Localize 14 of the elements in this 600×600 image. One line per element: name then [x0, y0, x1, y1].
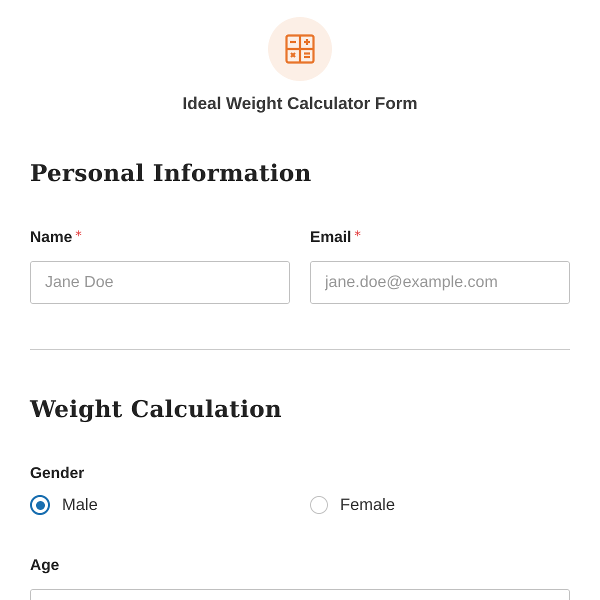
field-label: Gender: [30, 465, 84, 483]
form-title: Ideal Weight Calculator Form: [182, 94, 418, 114]
section-heading: Personal Information: [30, 160, 313, 187]
option-label: Male: [62, 496, 98, 514]
radio-button[interactable]: [310, 496, 328, 514]
text-field[interactable]: Jane Doe: [30, 261, 290, 304]
required-mark: *: [354, 229, 361, 244]
section-heading: Weight Calculation: [30, 396, 283, 423]
field-label: Name: [30, 229, 72, 247]
option-label: Female: [340, 496, 396, 514]
field-label: Email: [310, 229, 352, 247]
radio-button[interactable]: [30, 495, 50, 515]
required-mark: *: [75, 229, 82, 244]
field-label: Age: [30, 557, 60, 575]
